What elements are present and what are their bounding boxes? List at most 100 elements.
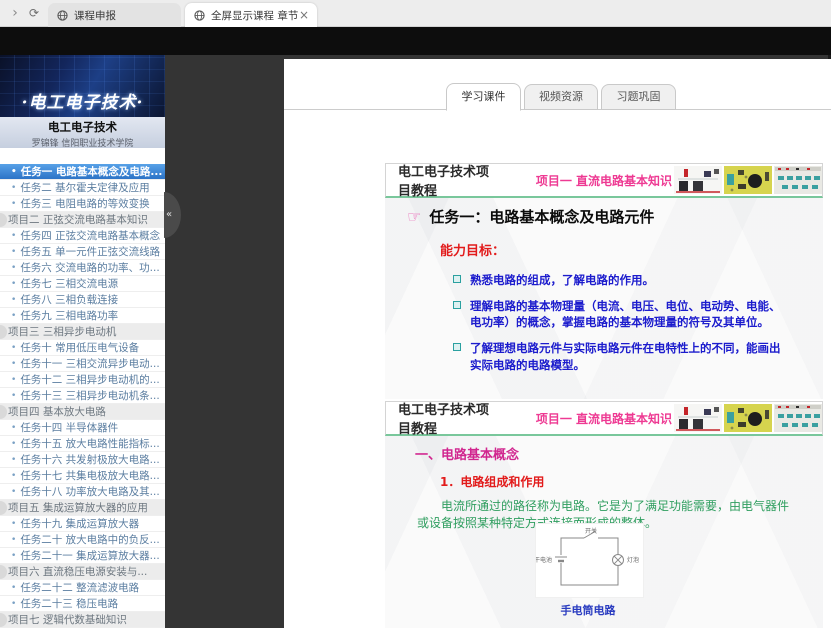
sidebar-item[interactable]: • 任务九 三相电路功率 <box>0 308 165 324</box>
sidebar-item-label: 任务六 交流电路的功率、功... <box>20 260 159 275</box>
browser-tab-label: 课程申报 <box>74 8 116 23</box>
bullet-dot-icon: • <box>11 247 16 257</box>
sidebar-item-label: 任务十三 三相异步电动机条... <box>20 388 159 403</box>
goal-bullet: 理解电路的基本物理量（电流、电压、电位、电动势、电能、电功率）的概念，掌握电路的… <box>453 298 785 331</box>
browser-tab-fullscreen-course[interactable]: 全屏显示课程 章节 × <box>185 3 317 27</box>
sidebar-item-label: 任务十九 集成运算放大器 <box>20 516 139 531</box>
switch-label: 开关 <box>585 527 597 535</box>
sidebar-item-label: 任务十二 三相异步电动机的... <box>20 372 159 387</box>
sidebar-item[interactable]: •任务七 三相交流电源 <box>0 276 165 292</box>
sidebar-item[interactable]: • 任务十七 共集电极放大电路... <box>0 468 165 484</box>
circuit-board-photo-1 <box>674 404 722 432</box>
sidebar-section-header[interactable]: 项目六 直流稳压电源安装与... <box>0 564 165 580</box>
square-bullet-icon <box>453 275 461 283</box>
sidebar-item[interactable]: •任务二十二 整流滤波电路 <box>0 580 165 596</box>
forward-icon[interactable]: › <box>8 0 22 27</box>
sidebar-item[interactable]: • 任务十二 三相异步电动机的... <box>0 372 165 388</box>
ability-goal-label: 能力目标： <box>440 240 823 259</box>
tab-courseware[interactable]: 学习课件 <box>446 83 521 111</box>
sidebar-item-label: 任务二十三 稳压电路 <box>20 596 118 611</box>
browser-tab-course-apply[interactable]: 课程申报 <box>48 3 181 27</box>
sidebar-item[interactable]: • 任务四 正弦交流电路基本概念 <box>0 228 165 244</box>
sidebar-item-label: 项目五 集成运算放大器的应用 <box>8 500 148 515</box>
sidebar-item-label: 任务五 单一元件正弦交流线路 <box>20 244 160 259</box>
bullet-dot-icon: • <box>11 471 16 481</box>
flashlight-circuit-diagram: 开关 干电池 灯泡 <box>535 523 644 598</box>
circuit-board-photo-2 <box>724 166 772 194</box>
slide-header: 电工电子技术项目教程 项目一 直流电路基本知识 <box>385 163 823 198</box>
sidebar-item[interactable]: • 任务三 电阻电路的等效变换 <box>0 196 165 212</box>
slide-task-title: ☞ 任务一：电路基本概念及电路元件 <box>407 206 823 227</box>
sidebar-item[interactable]: • 任务十三 三相异步电动机条... <box>0 388 165 404</box>
pointing-finger-icon: ☞ <box>407 207 421 226</box>
close-tab-icon[interactable]: × <box>299 8 309 22</box>
sidebar-item-label: 任务十 常用低压电气设备 <box>20 340 139 355</box>
sidebar-item-label: 项目四 基本放大电路 <box>8 404 106 419</box>
sidebar-item[interactable]: •任务十六 共发射极放大电路... <box>0 452 165 468</box>
sidebar-item[interactable]: •任务十八 功率放大电路及其... <box>0 484 165 500</box>
bullet-dot-icon: • <box>11 263 16 273</box>
sidebar-item-label: 任务二十 放大电路中的负反... <box>20 532 159 547</box>
battery-label: 干电池 <box>535 556 552 564</box>
sidebar-item[interactable]: •任务十四 半导体器件 <box>0 420 165 436</box>
slide-task-title-text: 任务一：电路基本概念及电路元件 <box>429 206 654 227</box>
slide-1-body: ☞ 任务一：电路基本概念及电路元件 能力目标： 熟悉电路的组成，了解电路的作用。… <box>385 198 823 399</box>
goal-bullet: 了解理想电路元件与实际电路元件在电特性上的不同，能画出实际电路的电路模型。 <box>453 340 785 373</box>
main-panel: 学习课件 视频资源 习题巩固 电工电子技术项目教程 项目一 直流电路基本知识 ☞… <box>284 59 831 628</box>
circuit-board-photo-1 <box>674 166 722 194</box>
sidebar-item[interactable]: •任务二 基尔霍夫定律及应用 <box>0 180 165 196</box>
sidebar-item[interactable]: •任务二十一 集成运算放大器... <box>0 548 165 564</box>
bullet-dot-icon: • <box>11 583 16 593</box>
sidebar-section-header[interactable]: 项目四 基本放大电路 <box>0 404 165 420</box>
sidebar-item[interactable]: •任务十一 三相交流异步电动... <box>0 356 165 372</box>
tab-exercises[interactable]: 习题巩固 <box>601 84 676 110</box>
goal-bullet-text: 了解理想电路元件与实际电路元件在电特性上的不同，能画出实际电路的电路模型。 <box>470 340 785 373</box>
letterbox-strip <box>0 27 831 55</box>
bullet-dot-icon: • <box>11 487 16 497</box>
bullet-dot-icon: • <box>11 199 16 209</box>
bullet-dot-icon: • <box>11 231 16 241</box>
bullet-dot-icon: • <box>11 375 16 385</box>
sidebar-item[interactable]: •任务十 常用低压电气设备 <box>0 340 165 356</box>
sidebar-section-header[interactable]: 项目七 逻辑代数基础知识 <box>0 612 165 628</box>
refresh-icon[interactable]: ⟳ <box>26 0 42 27</box>
course-sidebar: ·电工电子技术· 电工电子技术 罗锦锋 信阳职业技术学院 •任务一 电路基本概念… <box>0 55 165 628</box>
sidebar-item-label: 任务三 电阻电路的等效变换 <box>20 196 149 211</box>
slide-header-course-title: 电工电子技术项目教程 <box>398 161 500 199</box>
circuit-board-photo-3 <box>774 404 822 432</box>
slide-header-photos <box>672 404 822 432</box>
course-instructor: 罗锦锋 信阳职业技术学院 <box>0 136 165 149</box>
slide-2-body: 一、电路基本概念 1．电路组成和作用 电流所通过的路径称为电路。它是为了满足功能… <box>385 436 823 628</box>
bullet-dot-icon: • <box>11 391 16 401</box>
sidebar-item-label: 任务十七 共集电极放大电路... <box>20 468 159 483</box>
course-title: 电工电子技术 <box>0 117 165 135</box>
sidebar-item[interactable]: •任务一 电路基本概念及电路... <box>0 164 165 180</box>
sidebar-section-header[interactable]: 项目三 三相异步电动机 <box>0 324 165 340</box>
browser-tab-label: 全屏显示课程 章节 <box>211 8 298 23</box>
bullet-dot-icon: • <box>11 455 16 465</box>
section-heading: 一、电路基本概念 <box>415 444 823 463</box>
tab-video-resources[interactable]: 视频资源 <box>524 84 598 110</box>
sidebar-item[interactable]: •任务二十 放大电路中的负反... <box>0 532 165 548</box>
course-info: 电工电子技术 罗锦锋 信阳职业技术学院 <box>0 117 165 148</box>
sidebar-section-header[interactable]: 项目五 集成运算放大器的应用 <box>0 500 165 516</box>
sidebar-item[interactable]: • 任务五 单一元件正弦交流线路 <box>0 244 165 260</box>
bullet-dot-icon: • <box>11 311 16 321</box>
sidebar-item-label: 任务九 三相电路功率 <box>20 308 118 323</box>
sidebar-item-label: 任务十一 三相交流异步电动... <box>20 356 159 371</box>
bullet-dot-icon: • <box>11 183 16 193</box>
sidebar-item[interactable]: •任务八 三相负载连接 <box>0 292 165 308</box>
slide-header-project-title: 项目一 直流电路基本知识 <box>536 410 672 427</box>
sidebar-item[interactable]: •任务二十三 稳压电路 <box>0 596 165 612</box>
sidebar-section-header[interactable]: 项目二 正弦交流电路基本知识 <box>0 212 165 228</box>
sidebar-item-label: 项目二 正弦交流电路基本知识 <box>8 212 148 227</box>
sidebar-item[interactable]: •任务十九 集成运算放大器 <box>0 516 165 532</box>
slide-2: 电工电子技术项目教程 项目一 直流电路基本知识 一、电路基本概念 1．电路组成和… <box>385 401 823 628</box>
globe-icon <box>194 10 205 21</box>
sidebar-item-label: 任务四 正弦交流电路基本概念 <box>20 228 160 243</box>
sidebar-collapse-handle[interactable]: « <box>164 192 181 238</box>
sidebar-item[interactable]: • 任务六 交流电路的功率、功... <box>0 260 165 276</box>
goal-bullet: 熟悉电路的组成，了解电路的作用。 <box>453 272 785 289</box>
sidebar-item-label: 任务二十一 集成运算放大器... <box>20 548 159 563</box>
sidebar-item[interactable]: •任务十五 放大电路性能指标... <box>0 436 165 452</box>
